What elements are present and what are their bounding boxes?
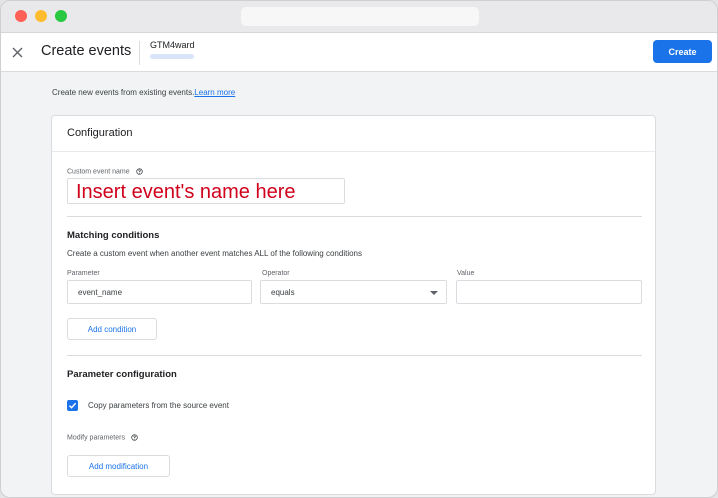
add-modification-button[interactable]: Add modification <box>67 455 170 477</box>
operator-select-value: equals <box>271 288 295 297</box>
copy-parameters-label: Copy parameters from the source event <box>88 401 229 410</box>
card-header: Configuration <box>52 116 655 152</box>
checkmark-icon <box>68 402 77 409</box>
create-button[interactable]: Create <box>653 40 712 63</box>
operator-select[interactable]: equals <box>260 280 447 304</box>
copy-parameters-checkbox[interactable] <box>67 400 78 411</box>
add-condition-button[interactable]: Add condition <box>67 318 157 340</box>
maximize-window-button[interactable] <box>55 10 67 22</box>
intro-text: Create new events from existing events.L… <box>52 88 235 97</box>
app-header: Create events GTM4ward Create <box>1 33 717 72</box>
parameter-input-value: event_name <box>78 288 123 297</box>
window-titlebar <box>1 1 717 33</box>
matching-conditions-description: Create a custom event when another event… <box>67 249 362 258</box>
matching-conditions-title: Matching conditions <box>67 230 160 241</box>
learn-more-link[interactable]: Learn more <box>194 88 235 97</box>
value-label: Value <box>457 270 475 277</box>
browser-window: Create events GTM4ward Create Create new… <box>0 0 718 498</box>
close-window-button[interactable] <box>15 10 27 22</box>
divider <box>67 355 642 356</box>
chevron-down-icon <box>430 291 438 295</box>
help-icon[interactable] <box>131 434 138 441</box>
intro-description: Create new events from existing events. <box>52 88 195 97</box>
minimize-window-button[interactable] <box>35 10 47 22</box>
configuration-card: Configuration Custom event name Insert e… <box>51 115 656 495</box>
help-icon[interactable] <box>135 168 143 175</box>
value-input[interactable] <box>456 280 642 304</box>
custom-event-name-label-row: Custom event name <box>67 168 143 175</box>
operator-label: Operator <box>262 270 290 277</box>
custom-event-name-input[interactable]: Insert event's name here <box>67 178 345 204</box>
close-icon[interactable] <box>6 41 28 63</box>
parameter-input[interactable]: event_name <box>67 280 252 304</box>
parameter-label: Parameter <box>67 270 100 277</box>
parameter-configuration-title: Parameter configuration <box>67 369 177 380</box>
address-bar[interactable] <box>241 7 479 26</box>
title-divider <box>139 41 140 65</box>
custom-event-name-value: Insert event's name here <box>76 181 296 203</box>
modify-parameters-label-row: Modify parameters <box>67 434 138 441</box>
custom-event-name-label: Custom event name <box>67 168 130 176</box>
page-title: Create events <box>41 43 132 59</box>
modify-parameters-label: Modify parameters <box>67 434 125 442</box>
account-subtitle-redacted <box>150 54 194 59</box>
card-title: Configuration <box>67 127 133 139</box>
account-name: GTM4ward <box>150 40 195 50</box>
divider <box>67 216 642 217</box>
